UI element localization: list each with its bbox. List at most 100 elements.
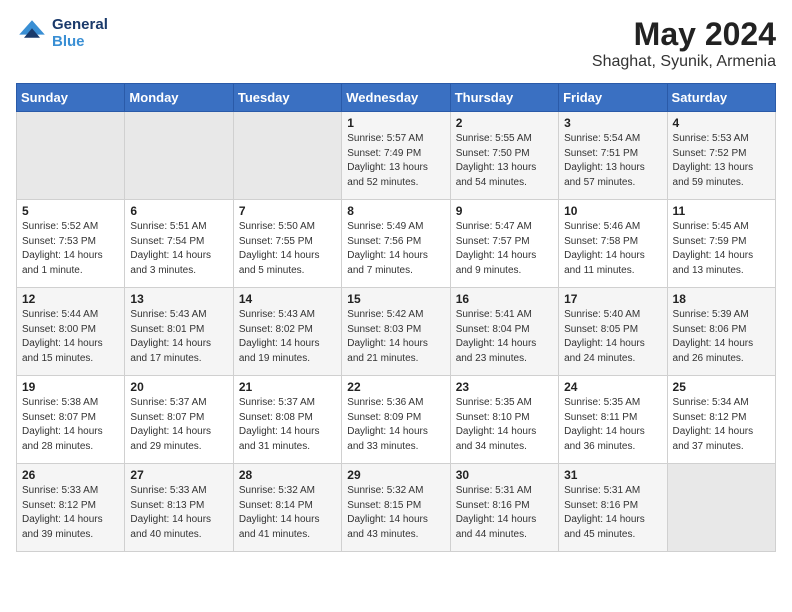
day-number: 21 bbox=[239, 380, 336, 394]
day-info: Sunrise: 5:51 AMSunset: 7:54 PMDaylight:… bbox=[130, 220, 227, 278]
day-info: Sunrise: 5:37 AMSunset: 8:07 PMDaylight:… bbox=[130, 396, 227, 454]
calendar-week-3: 12 Sunrise: 5:44 AMSunset: 8:00 PMDaylig… bbox=[17, 288, 776, 376]
day-info: Sunrise: 5:35 AMSunset: 8:10 PMDaylight:… bbox=[456, 396, 553, 454]
calendar-cell: 20 Sunrise: 5:37 AMSunset: 8:07 PMDaylig… bbox=[125, 376, 233, 464]
calendar-cell: 31 Sunrise: 5:31 AMSunset: 8:16 PMDaylig… bbox=[559, 464, 667, 552]
calendar-cell: 25 Sunrise: 5:34 AMSunset: 8:12 PMDaylig… bbox=[667, 376, 775, 464]
calendar-cell: 2 Sunrise: 5:55 AMSunset: 7:50 PMDayligh… bbox=[450, 112, 558, 200]
day-info: Sunrise: 5:50 AMSunset: 7:55 PMDaylight:… bbox=[239, 220, 336, 278]
day-info: Sunrise: 5:53 AMSunset: 7:52 PMDaylight:… bbox=[673, 132, 770, 190]
day-info: Sunrise: 5:33 AMSunset: 8:12 PMDaylight:… bbox=[22, 484, 119, 542]
day-number: 12 bbox=[22, 292, 119, 306]
calendar-cell bbox=[233, 112, 341, 200]
calendar-cell: 29 Sunrise: 5:32 AMSunset: 8:15 PMDaylig… bbox=[342, 464, 450, 552]
calendar-cell: 28 Sunrise: 5:32 AMSunset: 8:14 PMDaylig… bbox=[233, 464, 341, 552]
logo-icon bbox=[16, 17, 48, 49]
logo-text: General Blue bbox=[52, 16, 108, 50]
day-info: Sunrise: 5:44 AMSunset: 8:00 PMDaylight:… bbox=[22, 308, 119, 366]
calendar-cell: 4 Sunrise: 5:53 AMSunset: 7:52 PMDayligh… bbox=[667, 112, 775, 200]
calendar-cell: 11 Sunrise: 5:45 AMSunset: 7:59 PMDaylig… bbox=[667, 200, 775, 288]
day-info: Sunrise: 5:57 AMSunset: 7:49 PMDaylight:… bbox=[347, 132, 444, 190]
calendar-cell: 30 Sunrise: 5:31 AMSunset: 8:16 PMDaylig… bbox=[450, 464, 558, 552]
day-number: 26 bbox=[22, 468, 119, 482]
day-number: 24 bbox=[564, 380, 661, 394]
day-info: Sunrise: 5:32 AMSunset: 8:14 PMDaylight:… bbox=[239, 484, 336, 542]
header-cell-wednesday: Wednesday bbox=[342, 84, 450, 112]
page-header: General Blue May 2024 Shaghat, Syunik, A… bbox=[16, 16, 776, 71]
day-number: 22 bbox=[347, 380, 444, 394]
calendar-cell: 1 Sunrise: 5:57 AMSunset: 7:49 PMDayligh… bbox=[342, 112, 450, 200]
header-cell-saturday: Saturday bbox=[667, 84, 775, 112]
day-number: 3 bbox=[564, 116, 661, 130]
day-info: Sunrise: 5:43 AMSunset: 8:01 PMDaylight:… bbox=[130, 308, 227, 366]
day-number: 11 bbox=[673, 204, 770, 218]
day-info: Sunrise: 5:52 AMSunset: 7:53 PMDaylight:… bbox=[22, 220, 119, 278]
header-cell-sunday: Sunday bbox=[17, 84, 125, 112]
calendar-cell: 27 Sunrise: 5:33 AMSunset: 8:13 PMDaylig… bbox=[125, 464, 233, 552]
calendar-header: SundayMondayTuesdayWednesdayThursdayFrid… bbox=[17, 84, 776, 112]
calendar-cell: 17 Sunrise: 5:40 AMSunset: 8:05 PMDaylig… bbox=[559, 288, 667, 376]
calendar-week-4: 19 Sunrise: 5:38 AMSunset: 8:07 PMDaylig… bbox=[17, 376, 776, 464]
header-cell-thursday: Thursday bbox=[450, 84, 558, 112]
calendar-cell: 8 Sunrise: 5:49 AMSunset: 7:56 PMDayligh… bbox=[342, 200, 450, 288]
day-number: 17 bbox=[564, 292, 661, 306]
day-number: 10 bbox=[564, 204, 661, 218]
day-info: Sunrise: 5:55 AMSunset: 7:50 PMDaylight:… bbox=[456, 132, 553, 190]
day-info: Sunrise: 5:43 AMSunset: 8:02 PMDaylight:… bbox=[239, 308, 336, 366]
day-info: Sunrise: 5:35 AMSunset: 8:11 PMDaylight:… bbox=[564, 396, 661, 454]
title-block: May 2024 Shaghat, Syunik, Armenia bbox=[592, 16, 776, 71]
day-info: Sunrise: 5:42 AMSunset: 8:03 PMDaylight:… bbox=[347, 308, 444, 366]
header-cell-friday: Friday bbox=[559, 84, 667, 112]
calendar-cell: 23 Sunrise: 5:35 AMSunset: 8:10 PMDaylig… bbox=[450, 376, 558, 464]
day-number: 31 bbox=[564, 468, 661, 482]
calendar-cell: 19 Sunrise: 5:38 AMSunset: 8:07 PMDaylig… bbox=[17, 376, 125, 464]
calendar-cell: 5 Sunrise: 5:52 AMSunset: 7:53 PMDayligh… bbox=[17, 200, 125, 288]
day-info: Sunrise: 5:45 AMSunset: 7:59 PMDaylight:… bbox=[673, 220, 770, 278]
day-number: 23 bbox=[456, 380, 553, 394]
day-info: Sunrise: 5:31 AMSunset: 8:16 PMDaylight:… bbox=[456, 484, 553, 542]
header-cell-tuesday: Tuesday bbox=[233, 84, 341, 112]
calendar-week-2: 5 Sunrise: 5:52 AMSunset: 7:53 PMDayligh… bbox=[17, 200, 776, 288]
calendar-cell: 9 Sunrise: 5:47 AMSunset: 7:57 PMDayligh… bbox=[450, 200, 558, 288]
day-number: 6 bbox=[130, 204, 227, 218]
calendar-cell: 15 Sunrise: 5:42 AMSunset: 8:03 PMDaylig… bbox=[342, 288, 450, 376]
day-info: Sunrise: 5:33 AMSunset: 8:13 PMDaylight:… bbox=[130, 484, 227, 542]
calendar-week-5: 26 Sunrise: 5:33 AMSunset: 8:12 PMDaylig… bbox=[17, 464, 776, 552]
calendar-body: 1 Sunrise: 5:57 AMSunset: 7:49 PMDayligh… bbox=[17, 112, 776, 552]
calendar-cell: 13 Sunrise: 5:43 AMSunset: 8:01 PMDaylig… bbox=[125, 288, 233, 376]
calendar-cell: 16 Sunrise: 5:41 AMSunset: 8:04 PMDaylig… bbox=[450, 288, 558, 376]
day-number: 18 bbox=[673, 292, 770, 306]
calendar-cell: 12 Sunrise: 5:44 AMSunset: 8:00 PMDaylig… bbox=[17, 288, 125, 376]
calendar-cell: 6 Sunrise: 5:51 AMSunset: 7:54 PMDayligh… bbox=[125, 200, 233, 288]
day-number: 7 bbox=[239, 204, 336, 218]
day-number: 16 bbox=[456, 292, 553, 306]
day-number: 1 bbox=[347, 116, 444, 130]
day-number: 20 bbox=[130, 380, 227, 394]
day-info: Sunrise: 5:37 AMSunset: 8:08 PMDaylight:… bbox=[239, 396, 336, 454]
day-number: 5 bbox=[22, 204, 119, 218]
calendar-cell bbox=[17, 112, 125, 200]
day-number: 14 bbox=[239, 292, 336, 306]
day-info: Sunrise: 5:47 AMSunset: 7:57 PMDaylight:… bbox=[456, 220, 553, 278]
day-info: Sunrise: 5:46 AMSunset: 7:58 PMDaylight:… bbox=[564, 220, 661, 278]
day-number: 15 bbox=[347, 292, 444, 306]
day-number: 29 bbox=[347, 468, 444, 482]
header-row: SundayMondayTuesdayWednesdayThursdayFrid… bbox=[17, 84, 776, 112]
calendar-cell bbox=[667, 464, 775, 552]
day-number: 28 bbox=[239, 468, 336, 482]
calendar-cell: 7 Sunrise: 5:50 AMSunset: 7:55 PMDayligh… bbox=[233, 200, 341, 288]
day-info: Sunrise: 5:31 AMSunset: 8:16 PMDaylight:… bbox=[564, 484, 661, 542]
day-info: Sunrise: 5:32 AMSunset: 8:15 PMDaylight:… bbox=[347, 484, 444, 542]
day-info: Sunrise: 5:40 AMSunset: 8:05 PMDaylight:… bbox=[564, 308, 661, 366]
subtitle: Shaghat, Syunik, Armenia bbox=[592, 53, 776, 71]
day-info: Sunrise: 5:39 AMSunset: 8:06 PMDaylight:… bbox=[673, 308, 770, 366]
day-number: 27 bbox=[130, 468, 227, 482]
calendar-cell: 24 Sunrise: 5:35 AMSunset: 8:11 PMDaylig… bbox=[559, 376, 667, 464]
calendar-cell: 3 Sunrise: 5:54 AMSunset: 7:51 PMDayligh… bbox=[559, 112, 667, 200]
day-info: Sunrise: 5:36 AMSunset: 8:09 PMDaylight:… bbox=[347, 396, 444, 454]
day-info: Sunrise: 5:54 AMSunset: 7:51 PMDaylight:… bbox=[564, 132, 661, 190]
day-number: 2 bbox=[456, 116, 553, 130]
day-info: Sunrise: 5:38 AMSunset: 8:07 PMDaylight:… bbox=[22, 396, 119, 454]
calendar-cell: 18 Sunrise: 5:39 AMSunset: 8:06 PMDaylig… bbox=[667, 288, 775, 376]
calendar-cell: 26 Sunrise: 5:33 AMSunset: 8:12 PMDaylig… bbox=[17, 464, 125, 552]
